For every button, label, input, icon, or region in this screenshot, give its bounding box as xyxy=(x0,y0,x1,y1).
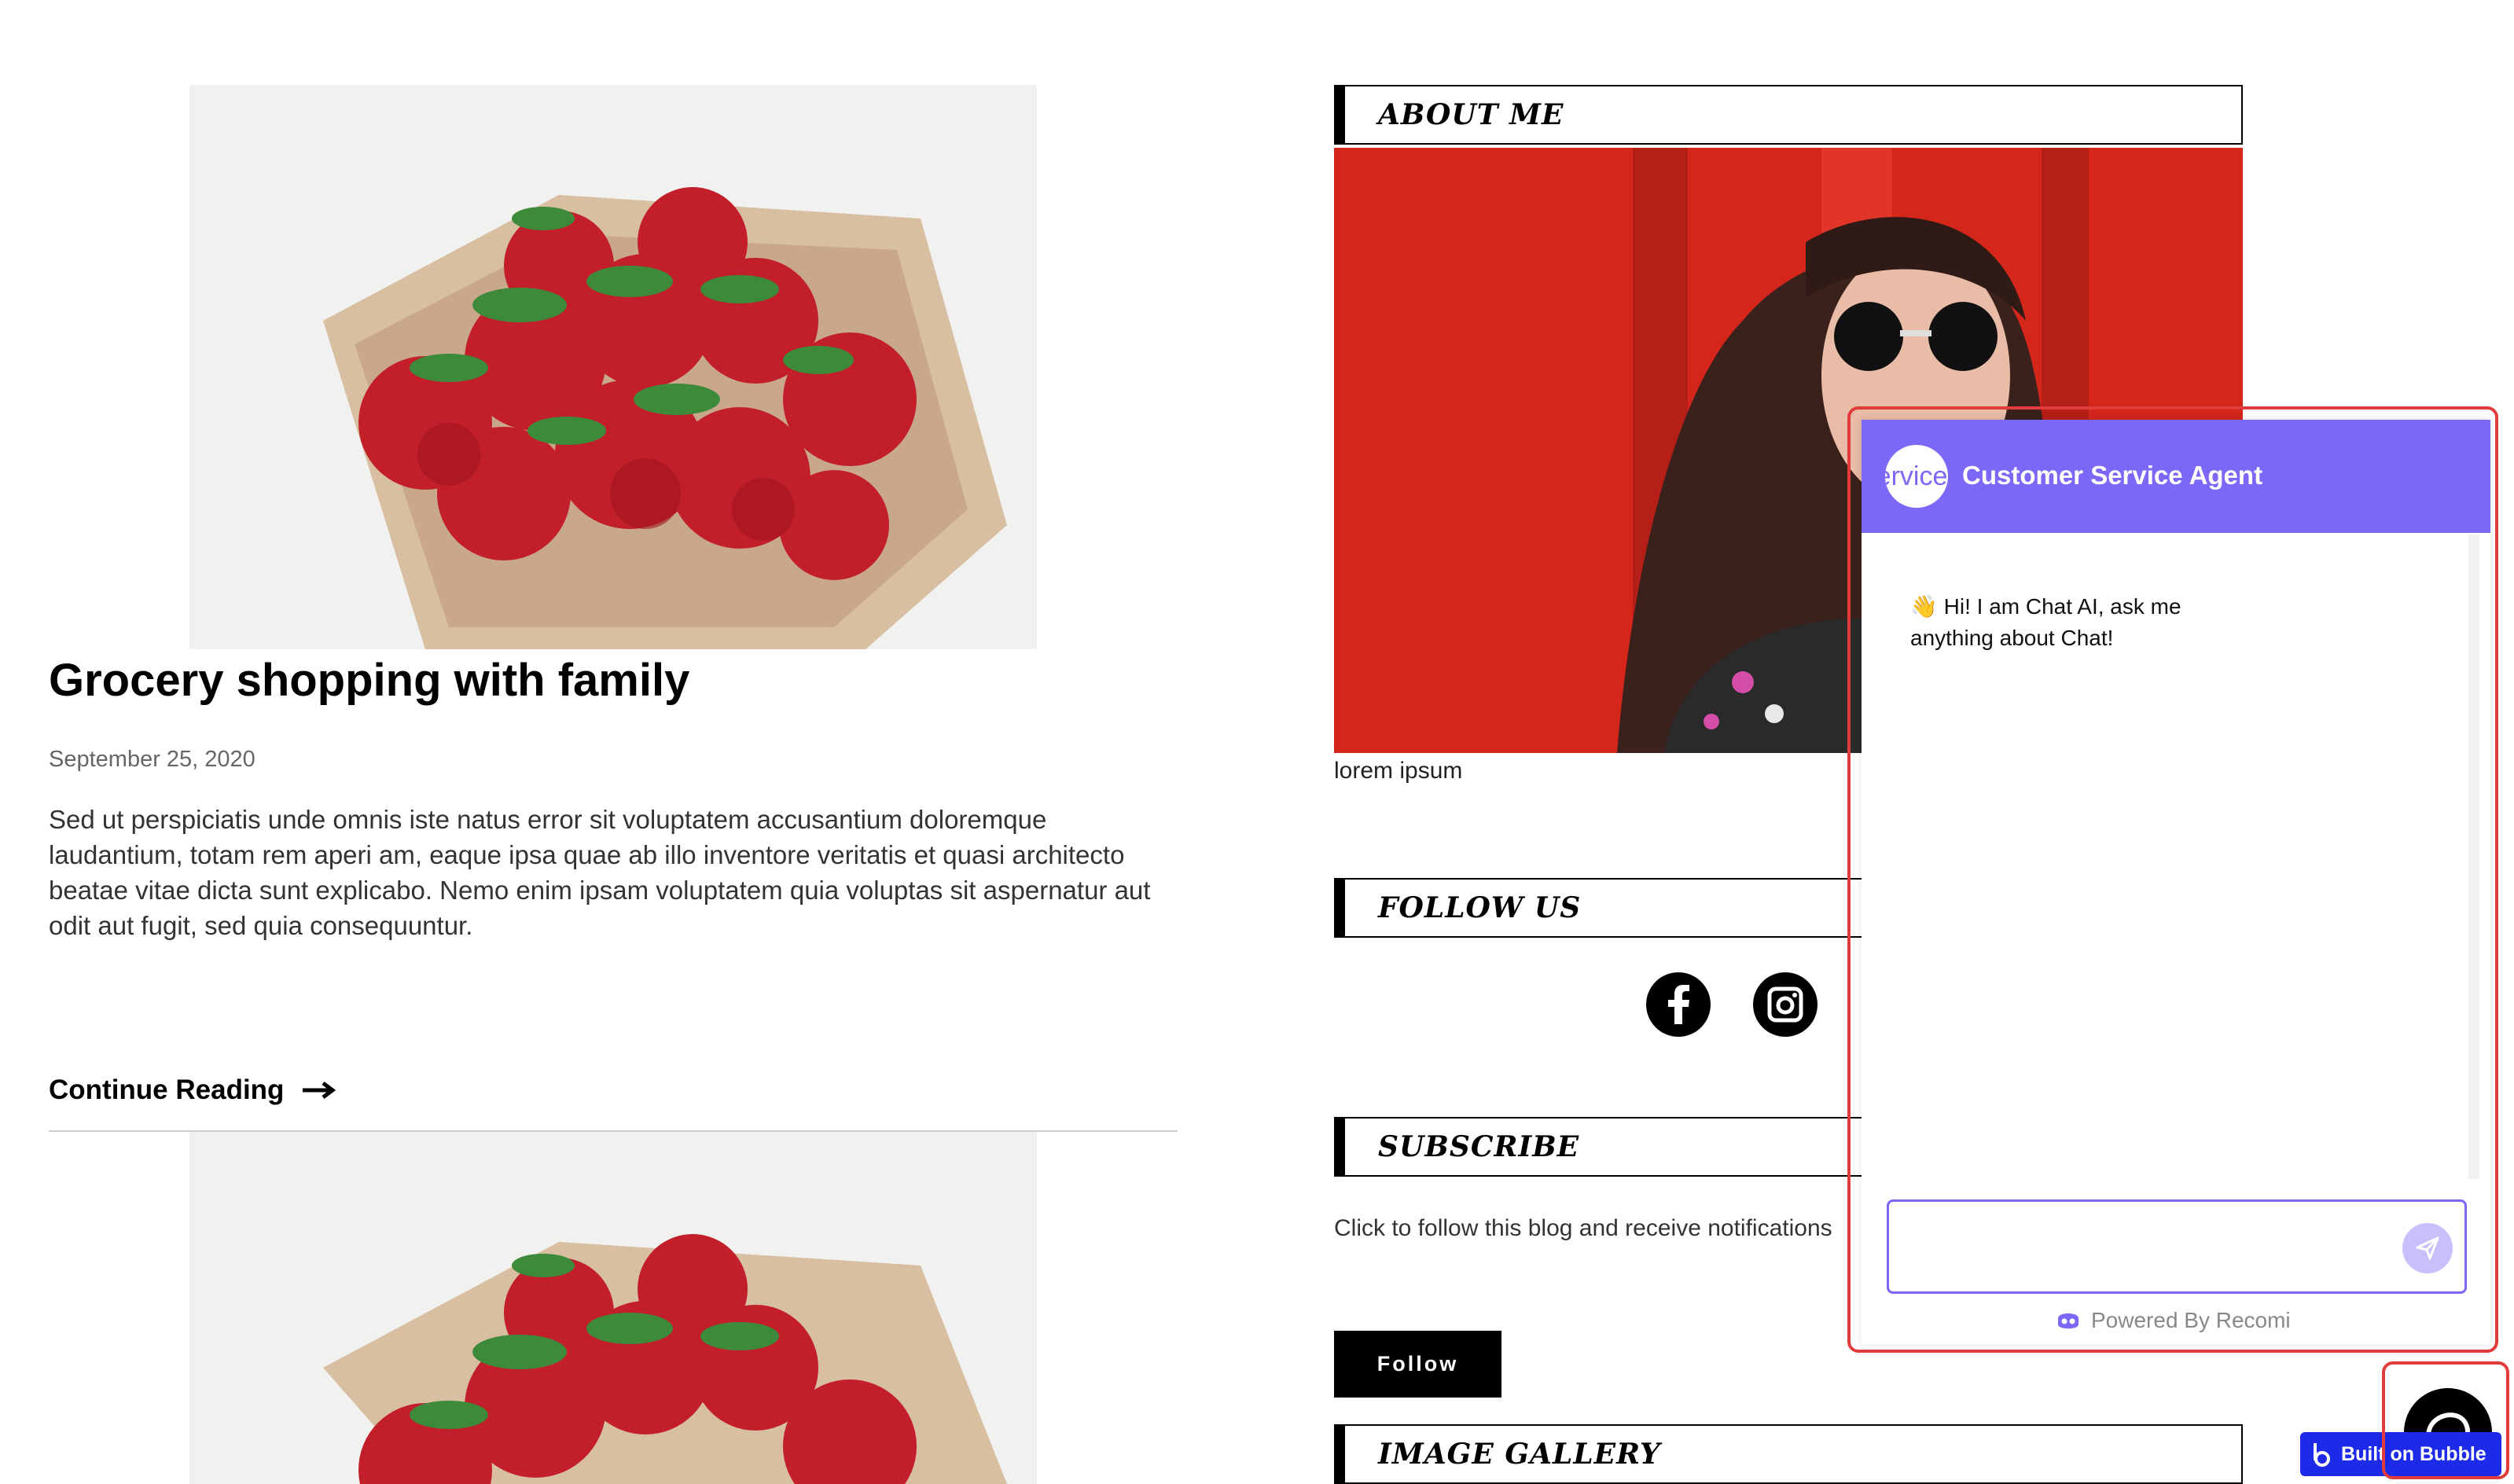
chat-highlight-outline xyxy=(1847,406,2498,1353)
about-caption: lorem ipsum xyxy=(1334,758,1463,784)
follow-button[interactable]: Follow xyxy=(1334,1331,1501,1398)
subscribe-title: SUBSCRIBE xyxy=(1378,1130,1580,1163)
post-excerpt: Sed ut perspiciatis unde omnis iste natu… xyxy=(49,805,1151,940)
post-date: September 25, 2020 xyxy=(49,747,255,772)
post-image-2[interactable] xyxy=(189,1132,1037,1484)
bubble-logo-icon xyxy=(2314,1443,2330,1467)
follow-us-title: FOLLOW US xyxy=(1378,891,1582,924)
about-me-title: ABOUT ME xyxy=(1378,98,1564,131)
launcher-highlight-outline xyxy=(2382,1361,2509,1479)
instagram-icon[interactable] xyxy=(1753,972,1818,1037)
subscribe-text: Click to follow this blog and receive no… xyxy=(1334,1215,1832,1241)
facebook-icon[interactable] xyxy=(1646,972,1711,1037)
continue-reading-link[interactable]: Continue Reading xyxy=(49,1074,337,1106)
image-gallery-title: IMAGE GALLERY xyxy=(1378,1438,1661,1471)
continue-reading-label: Continue Reading xyxy=(49,1074,285,1105)
about-me-heading: ABOUT ME xyxy=(1334,85,2243,145)
post-image[interactable] xyxy=(189,85,1037,649)
image-gallery-heading: IMAGE GALLERY xyxy=(1334,1424,2243,1484)
arrow-right-icon xyxy=(303,1082,336,1099)
post-title[interactable]: Grocery shopping with family xyxy=(49,654,689,707)
